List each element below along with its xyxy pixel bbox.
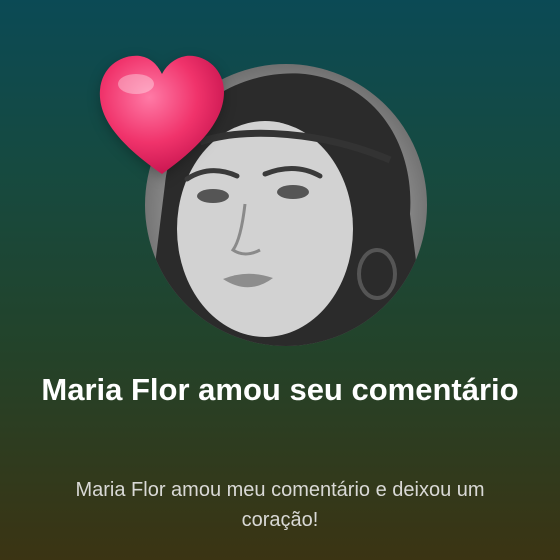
notification-message: Maria Flor amou meu comentário e deixou … — [75, 479, 485, 531]
notification-title: Maria Flor amou seu comentário — [41, 372, 519, 407]
heart-icon — [96, 50, 228, 178]
